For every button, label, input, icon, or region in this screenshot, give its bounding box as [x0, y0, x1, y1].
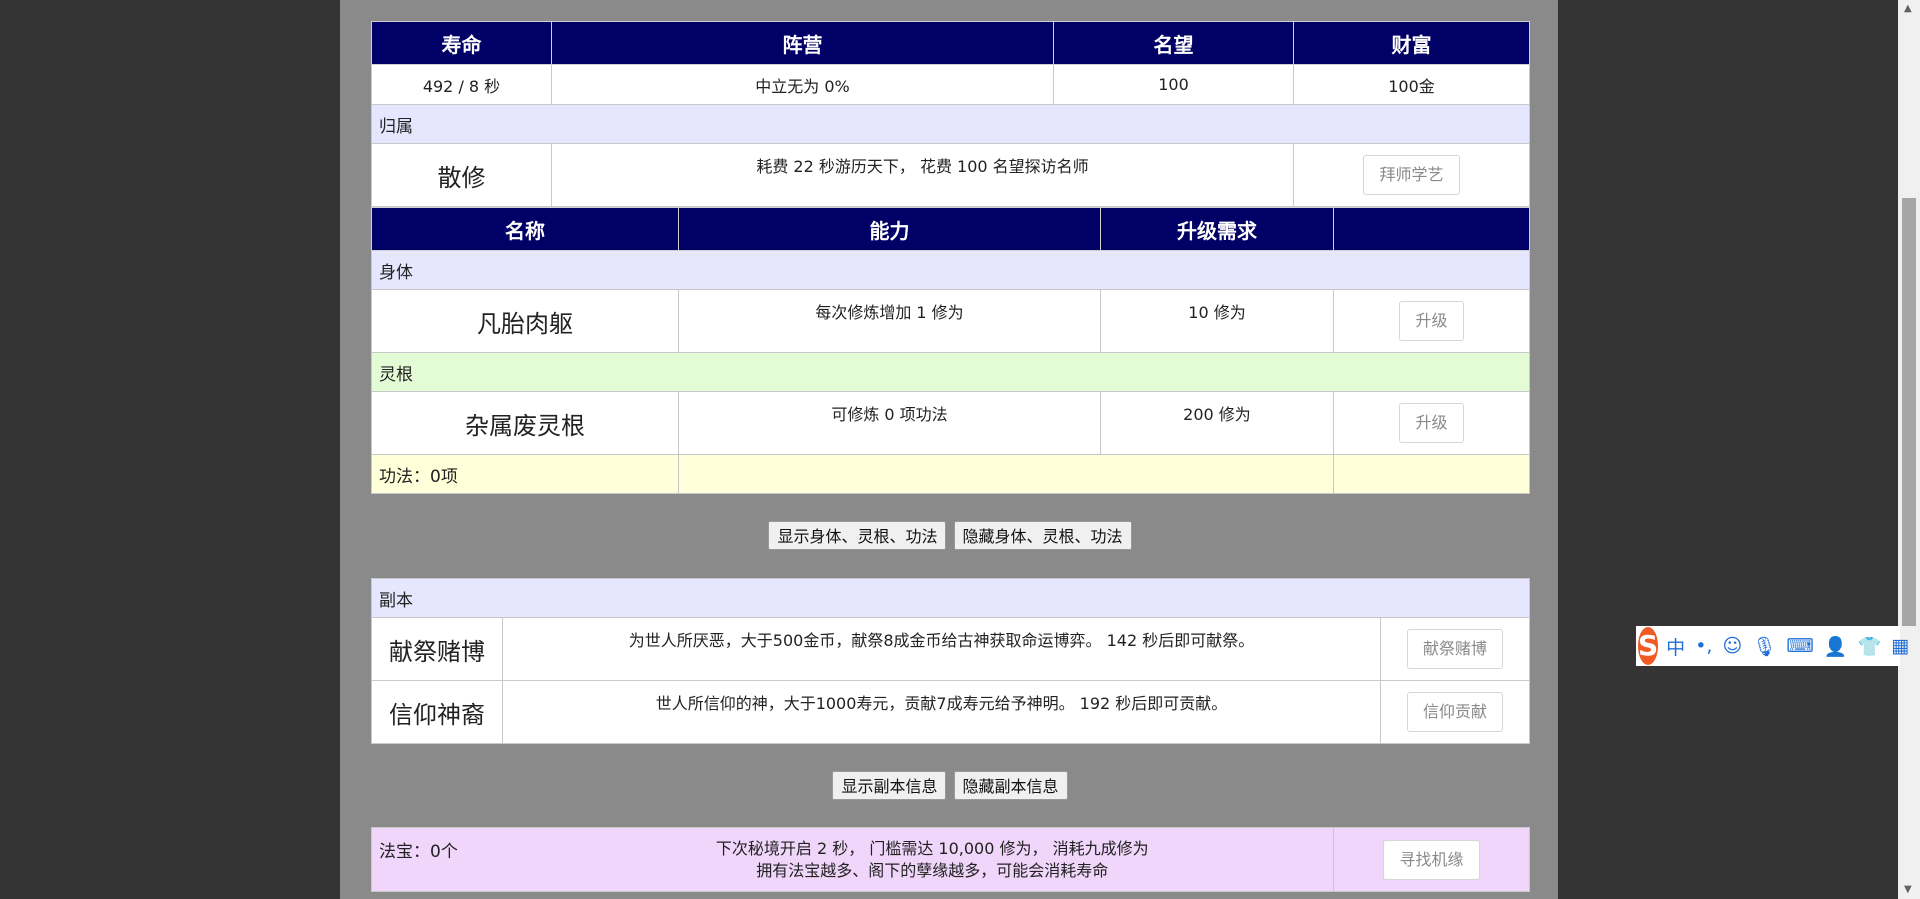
dungeon-row: 献祭赌博 为世人所厌恶，大于500金币，献祭8成金币给古神获取命运博弈。 142… [371, 617, 1531, 681]
stats-table: 寿命 阵营 名望 财富 492 / 8 秒 中立无为 0% 100 100金 归… [371, 21, 1530, 207]
ime-punctuation-toggle[interactable]: •, [1695, 635, 1712, 657]
seek-cell: 寻找机缘 [1333, 827, 1530, 892]
fame-value: 100 [1053, 64, 1294, 105]
body-section-label: 身体 [371, 250, 1530, 290]
wealth-header: 财富 [1293, 21, 1530, 65]
user-icon[interactable]: 👤 [1824, 635, 1848, 658]
scroll-thumb[interactable] [1902, 198, 1916, 626]
treasure-line-2: 拥有法宝越多、阁下的孽缘越多，可能会消耗寿命 [756, 860, 1109, 880]
skills-action-spacer [1333, 454, 1530, 494]
body-ability: 每次修炼增加 1 修为 [678, 289, 1101, 353]
toggle-row-2: 显示副本信息 隐藏副本信息 [371, 771, 1529, 800]
root-name: 杂属废灵根 [371, 391, 679, 455]
sacrifice-cell: 献祭赌博 [1379, 617, 1531, 681]
dungeon-desc: 为世人所厌恶，大于500金币，献祭8成金币给古神获取命运博弈。 142 秒后即可… [502, 617, 1381, 681]
hide-dungeon-button[interactable]: 隐藏副本信息 [953, 771, 1068, 800]
wealth-value: 100金 [1293, 64, 1530, 105]
emoji-icon[interactable]: ☺ [1722, 635, 1742, 657]
root-upgrade-cell: 升级 [1333, 391, 1530, 455]
dungeon-desc: 世人所信仰的神，大于1000寿元，贡献7成寿元给予神明。 192 秒后即可贡献。 [502, 680, 1381, 744]
skills-spacer [678, 454, 1334, 494]
skin-icon[interactable]: 👕 [1857, 635, 1881, 658]
skills-row: 功法：0项 [371, 454, 1530, 494]
abilities-table: 名称 能力 升级需求 身体 凡胎肉躯 每次修炼增加 1 修为 10 修为 升级 … [371, 207, 1530, 494]
affiliation-row: 散修 耗费 22 秒游历天下， 花费 100 名望探访名师 拜师学艺 [371, 143, 1530, 207]
faction-value: 中立无为 0% [551, 64, 1054, 105]
faith-button[interactable]: 信仰贡献 [1407, 692, 1504, 732]
hide-body-button[interactable]: 隐藏身体、灵根、功法 [953, 521, 1132, 550]
body-upgrade-cell: 升级 [1333, 289, 1530, 353]
seek-fortune-button[interactable]: 寻找机缘 [1383, 839, 1480, 880]
content-panel: 寿命 阵营 名望 财富 492 / 8 秒 中立无为 0% 100 100金 归… [340, 0, 1558, 899]
microphone-icon[interactable]: 🎙 [1752, 635, 1776, 658]
dungeon-section-row: 副本 [370, 578, 1531, 618]
dungeon-row: 信仰神裔 世人所信仰的神，大于1000寿元，贡献7成寿元给予神明。 192 秒后… [371, 680, 1531, 744]
keyboard-icon[interactable]: ⌨ [1786, 635, 1813, 657]
treasure-info: 下次秘境开启 2 秒， 门槛需达 10,000 修为， 消耗九成修为 拥有法宝越… [531, 827, 1334, 892]
sacrifice-button[interactable]: 献祭赌博 [1407, 629, 1504, 669]
root-row: 杂属废灵根 可修炼 0 项功法 200 修为 升级 [371, 391, 1530, 455]
root-section-label: 灵根 [371, 352, 1530, 392]
faction-header: 阵营 [551, 21, 1054, 65]
treasure-line-1: 下次秘境开启 2 秒， 门槛需达 10,000 修为， 消耗九成修为 [715, 838, 1149, 858]
grid-menu-icon[interactable]: ▦ [1891, 635, 1909, 657]
dungeon-name: 献祭赌博 [371, 617, 503, 681]
ime-mode-toggle[interactable]: 中 [1666, 633, 1685, 660]
dungeon-table: 副本 献祭赌博 为世人所厌恶，大于500金币，献祭8成金币给古神获取命运博弈。 … [370, 578, 1531, 744]
lifespan-header: 寿命 [371, 21, 552, 65]
affiliation-section-row: 归属 [371, 104, 1530, 144]
treasure-label: 法宝：0个 [371, 827, 532, 892]
body-upgrade-button[interactable]: 升级 [1399, 301, 1464, 341]
scroll-down-icon[interactable]: ▼ [1904, 884, 1912, 895]
treasure-table: 法宝：0个 下次秘境开启 2 秒， 门槛需达 10,000 修为， 消耗九成修为… [371, 827, 1530, 892]
show-body-button[interactable]: 显示身体、灵根、功法 [768, 521, 947, 550]
affiliation-section-label: 归属 [371, 104, 1530, 144]
root-requirement: 200 修为 [1100, 391, 1334, 455]
root-section-row: 灵根 [371, 352, 1530, 392]
affiliation-name: 散修 [371, 143, 552, 207]
ime-toolbar: S 中 •, ☺ 🎙 ⌨ 👤 👕 ▦ [1636, 626, 1909, 666]
ime-logo-icon[interactable]: S [1638, 627, 1659, 665]
ability-name-header: 名称 [371, 207, 679, 251]
apprentice-button[interactable]: 拜师学艺 [1363, 155, 1460, 195]
body-name: 凡胎肉躯 [371, 289, 679, 353]
body-requirement: 10 修为 [1100, 289, 1334, 353]
body-row: 凡胎肉躯 每次修炼增加 1 修为 10 修为 升级 [371, 289, 1530, 353]
toggle-row-1: 显示身体、灵根、功法 隐藏身体、灵根、功法 [371, 521, 1529, 550]
ability-power-header: 能力 [678, 207, 1101, 251]
ability-action-header [1333, 207, 1530, 251]
stats-header-row: 寿命 阵营 名望 财富 [371, 21, 1530, 65]
root-upgrade-button[interactable]: 升级 [1399, 403, 1464, 443]
body-section-row: 身体 [371, 250, 1530, 290]
dungeon-section-label: 副本 [370, 578, 1531, 618]
lifespan-value: 492 / 8 秒 [371, 64, 552, 105]
ability-requirement-header: 升级需求 [1100, 207, 1334, 251]
fame-header: 名望 [1053, 21, 1294, 65]
root-ability: 可修炼 0 项功法 [678, 391, 1101, 455]
abilities-header-row: 名称 能力 升级需求 [371, 207, 1530, 251]
page-scrollbar[interactable]: ▲ ▼ [1898, 0, 1920, 899]
stats-value-row: 492 / 8 秒 中立无为 0% 100 100金 [371, 64, 1530, 105]
affiliation-desc: 耗费 22 秒游历天下， 花费 100 名望探访名师 [551, 143, 1294, 207]
skills-label: 功法：0项 [371, 454, 679, 494]
treasure-row: 法宝：0个 下次秘境开启 2 秒， 门槛需达 10,000 修为， 消耗九成修为… [371, 827, 1530, 892]
show-dungeon-button[interactable]: 显示副本信息 [832, 771, 947, 800]
dungeon-name: 信仰神裔 [371, 680, 503, 744]
apprentice-cell: 拜师学艺 [1293, 143, 1530, 207]
faith-cell: 信仰贡献 [1379, 680, 1531, 744]
scroll-up-icon[interactable]: ▲ [1904, 3, 1912, 14]
